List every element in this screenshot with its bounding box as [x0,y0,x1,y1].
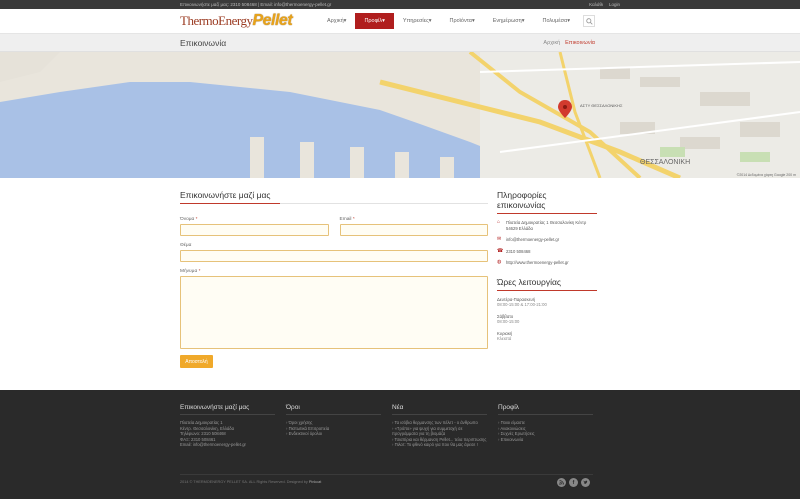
footer-news: Νέα Τα ισόβια θερμανσης των πέλετ - ο άν… [392,404,487,448]
facebook-icon[interactable]: f [569,478,578,487]
info-email[interactable]: ✉ info@thermoenergy-pellet.gr [497,236,593,243]
breadcrumb: Αρχική Επικοινωνία [543,40,595,46]
footer-link[interactable]: Ενδεικτικοί όρολοι [286,431,381,437]
search-icon[interactable] [583,15,595,27]
info-address: ⌂ Πλατεία Δημοκρατίας 1 Θεσσαλονίκη Κέντρ… [497,219,587,231]
footer-profile-heading: Προφίλ [498,404,593,415]
globe-icon: ◍ [497,259,502,265]
nav-item-products[interactable]: Προϊόντα ▾ [441,13,484,29]
login-link[interactable]: Login [609,2,620,7]
footer-news-link[interactable]: «Τρόπο» για ψυχή για συμμετοχή σε προγρά… [392,426,487,437]
subject-field[interactable] [180,250,488,262]
cart-link[interactable]: Καλάθι [589,2,603,7]
site-header: ThermoEnergyPellet Αρχική ▾ Προφίλ ▾ Υπηρε… [0,9,800,34]
email-field[interactable] [339,224,488,236]
topbar-contact: Επικοινωνήστε μαζί μας: 2310 508468 | Em… [180,2,332,7]
hours-heading: Ώρες λειτουργίας [497,277,597,291]
page-title: Επικοινωνία [180,37,227,48]
rss-icon[interactable] [557,478,566,487]
main-content: Επικοινωνήστε μαζί μας Όνομα * Email * Θ… [0,178,800,390]
info-phone: ☎ 2310 508468 [497,247,531,254]
opening-hours: Ώρες λειτουργίας Δευτέρα-Παρασκευή 08:00… [497,277,597,342]
nav-item-home[interactable]: Αρχική ▾ [318,13,355,29]
form-heading: Επικοινωνήστε μαζί μας [180,190,488,204]
contact-info: Πληροφορίες επικοινωνίας ⌂ Πλατεία Δημοκρ… [497,190,597,342]
map-label-city: ΘΕΣΣΑΛΟΝΙΚΗ [640,159,690,166]
nav-item-services[interactable]: Υπηρεσίες ▾ [394,13,441,29]
top-bar: Επικοινωνήστε μαζί μας: 2310 508468 | Em… [0,0,800,9]
hours-saturday: Σάββατο 08:00-15:00 [497,313,520,325]
map-label-area: ΑΣΤΥ ΘΕΣΣΑΛΟΝΙΚΗΣ [580,103,623,108]
name-label: Όνομα * [180,217,198,222]
footer-contact: Επικοινωνήστε μαζί μας Πλατεία Δημοκρατί… [180,404,275,448]
envelope-icon: ✉ [497,236,502,242]
twitter-icon[interactable] [581,478,590,487]
info-heading: Πληροφορίες επικοινωνίας [497,190,597,214]
email-label: Email * [339,217,355,222]
hours-sunday: Κυριακή Κλειστά [497,330,513,342]
home-icon: ⌂ [497,219,501,225]
copyright-text: 2014 © THERMOENERGY PELLET SA. ALL Right… [180,480,322,484]
footer-news-link[interactable]: Τα ισόβια θερμανσης των πέλετ - ο άνθρωπ… [392,420,487,426]
social-links: f [557,478,590,487]
footer-profile: Προφίλ Ποιοι είμαστε Ανακοινώσεις Συχνές… [498,404,593,442]
nav-item-media[interactable]: Πολυμέσα ▾ [533,13,579,29]
subject-label: Θέμα [180,243,192,248]
breadcrumb-home[interactable]: Αρχική [543,40,560,46]
footer-link[interactable]: Επικοινωνία [498,437,593,443]
nav-item-profile[interactable]: Προφίλ ▾ [355,13,394,29]
breadcrumb-current: Επικοινωνία [565,39,595,46]
page-title-bar: Επικοινωνία Αρχική Επικοινωνία [0,34,800,52]
name-field[interactable] [180,224,329,236]
footer-news-link[interactable]: Πιλοτ: Το φθινό καιρό για που θα μας άρε… [392,442,487,448]
submit-button[interactable]: Αποστολή [180,355,213,368]
site-footer: Επικοινωνήστε μαζί μας Πλατεία Δημοκρατί… [0,390,800,499]
hours-weekdays: Δευτέρα-Παρασκευή 08:00-15:00 & 17:00-21… [497,296,547,308]
message-textarea[interactable] [180,276,488,349]
footer-divider [180,474,593,475]
location-map[interactable]: ΘΕΣΣΑΛΟΝΙΚΗ ΑΣΤΥ ΘΕΣΣΑΛΟΝΙΚΗΣ ©2014 Δεδο… [0,52,800,178]
contact-form: Επικοινωνήστε μαζί μας Όνομα * Email * Θ… [180,190,488,368]
info-website[interactable]: ◍ http://www.thermoenergy-pellet.gr [497,259,593,266]
footer-contact-heading: Επικοινωνήστε μαζί μας [180,404,275,415]
footer-terms-heading: Όροι [286,404,381,415]
map-copyright: ©2014 Δεδομένα χάρτη Google 200 m [736,173,796,177]
footer-terms: Όροι Όροι χρήσης Πιστωτικά Επιτροπεία Εν… [286,404,381,437]
nav-item-news[interactable]: Ενημέρωση ▾ [484,13,534,29]
message-label: Μήνυμα * [180,269,201,274]
footer-news-heading: Νέα [392,404,487,415]
phone-icon: ☎ [497,247,504,254]
site-logo[interactable]: ThermoEnergyPellet [180,12,293,30]
main-nav: Αρχική ▾ Προφίλ ▾ Υπηρεσίες ▾ Προϊόντα ▾ Ενη… [318,13,595,29]
footer-email[interactable]: Email: info@thermoenergy-pellet.gr [180,442,275,448]
designer-link[interactable]: Pinkcat [309,480,321,484]
